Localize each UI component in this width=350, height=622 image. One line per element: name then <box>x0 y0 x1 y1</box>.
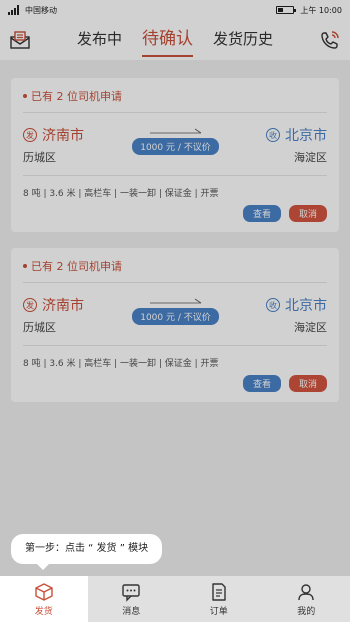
origin-badge-icon: 发 <box>23 298 37 312</box>
origin: 发 济南市 历城区 <box>23 295 84 335</box>
document-icon <box>212 582 226 601</box>
divider <box>23 345 327 346</box>
applicant-count: 已有 2 位司机申请 <box>31 90 122 103</box>
dot-icon <box>23 264 27 268</box>
view-button[interactable]: 查看 <box>242 205 281 222</box>
nav-item-orders[interactable]: 订单 <box>175 576 263 622</box>
nav-item-ship[interactable]: 发货 <box>0 576 88 622</box>
route: 发 济南市 历城区 1000 元 / 不议价 收 北京市 海淀区 <box>23 125 327 167</box>
origin-district: 历城区 <box>23 321 56 334</box>
destination-badge-icon: 收 <box>266 298 280 312</box>
arrow-right-icon <box>149 128 201 134</box>
destination-district: 海淀区 <box>294 321 327 334</box>
tab-bar: 发布中 待确认 发货历史 <box>40 20 310 60</box>
order-card[interactable]: 已有 2 位司机申请 发 济南市 历城区 1000 元 / 不议价 收 北京市 … <box>11 78 339 232</box>
destination-city: 北京市 <box>285 128 327 144</box>
arrow-right-icon <box>149 298 201 304</box>
destination-city: 北京市 <box>285 298 327 314</box>
mail-icon[interactable] <box>0 20 40 60</box>
applicant-count: 已有 2 位司机申请 <box>31 260 122 273</box>
origin-district: 历城区 <box>23 151 56 164</box>
clock: 上午 10:00 <box>300 5 342 15</box>
origin-city: 济南市 <box>42 128 84 144</box>
card-actions: 查看 取消 <box>23 375 327 392</box>
destination: 收 北京市 海淀区 <box>266 125 327 165</box>
signal-icon <box>8 5 19 15</box>
bottom-nav: 发货 消息 订单 我的 <box>0 576 350 622</box>
origin-city: 济南市 <box>42 298 84 314</box>
route-middle: 1000 元 / 不议价 <box>128 125 223 155</box>
status-bar: 中国移动 上午 10:00 <box>0 0 350 20</box>
battery-icon <box>276 6 297 14</box>
cancel-button[interactable]: 取消 <box>288 375 327 392</box>
card-header: 已有 2 位司机申请 <box>23 258 327 283</box>
header: 发布中 待确认 发货历史 <box>0 20 350 60</box>
tab-pending-confirmation[interactable]: 待确认 <box>142 20 193 60</box>
nav-item-messages[interactable]: 消息 <box>88 576 176 622</box>
destination-district: 海淀区 <box>294 151 327 164</box>
guide-tooltip: 第一步：点击 “ 发货 ” 模块 <box>11 534 163 570</box>
tab-publishing[interactable]: 发布中 <box>77 20 122 60</box>
cargo-specs: 8 吨 | 3.6 米 | 高栏车 | 一装一卸 | 保证金 | 开票 <box>23 189 219 199</box>
price-badge: 1000 元 / 不议价 <box>132 308 219 325</box>
route: 发 济南市 历城区 1000 元 / 不议价 收 北京市 海淀区 <box>23 295 327 337</box>
card-header: 已有 2 位司机申请 <box>23 88 327 113</box>
chat-icon <box>122 583 140 602</box>
card-actions: 查看 取消 <box>23 205 327 222</box>
box-icon <box>35 582 53 601</box>
order-card[interactable]: 已有 2 位司机申请 发 济南市 历城区 1000 元 / 不议价 收 北京市 … <box>11 248 339 402</box>
destination: 收 北京市 海淀区 <box>266 295 327 335</box>
phone-icon[interactable] <box>310 20 350 60</box>
nav-label: 订单 <box>209 606 228 617</box>
origin: 发 济南市 历城区 <box>23 125 84 165</box>
view-button[interactable]: 查看 <box>242 375 281 392</box>
divider <box>23 175 327 176</box>
nav-label: 消息 <box>122 606 141 617</box>
origin-badge-icon: 发 <box>23 128 37 142</box>
person-icon <box>298 583 314 600</box>
tab-shipping-history[interactable]: 发货历史 <box>213 20 273 60</box>
order-list: 已有 2 位司机申请 发 济南市 历城区 1000 元 / 不议价 收 北京市 … <box>0 60 350 402</box>
route-middle: 1000 元 / 不议价 <box>128 295 223 325</box>
price-badge: 1000 元 / 不议价 <box>132 138 219 155</box>
nav-item-profile[interactable]: 我的 <box>263 576 350 622</box>
dot-icon <box>23 94 27 98</box>
carrier-name: 中国移动 <box>25 5 57 15</box>
destination-badge-icon: 收 <box>266 128 280 142</box>
cargo-specs: 8 吨 | 3.6 米 | 高栏车 | 一装一卸 | 保证金 | 开票 <box>23 359 219 369</box>
nav-label: 发货 <box>34 606 53 617</box>
cancel-button[interactable]: 取消 <box>288 205 327 222</box>
nav-label: 我的 <box>297 606 316 617</box>
